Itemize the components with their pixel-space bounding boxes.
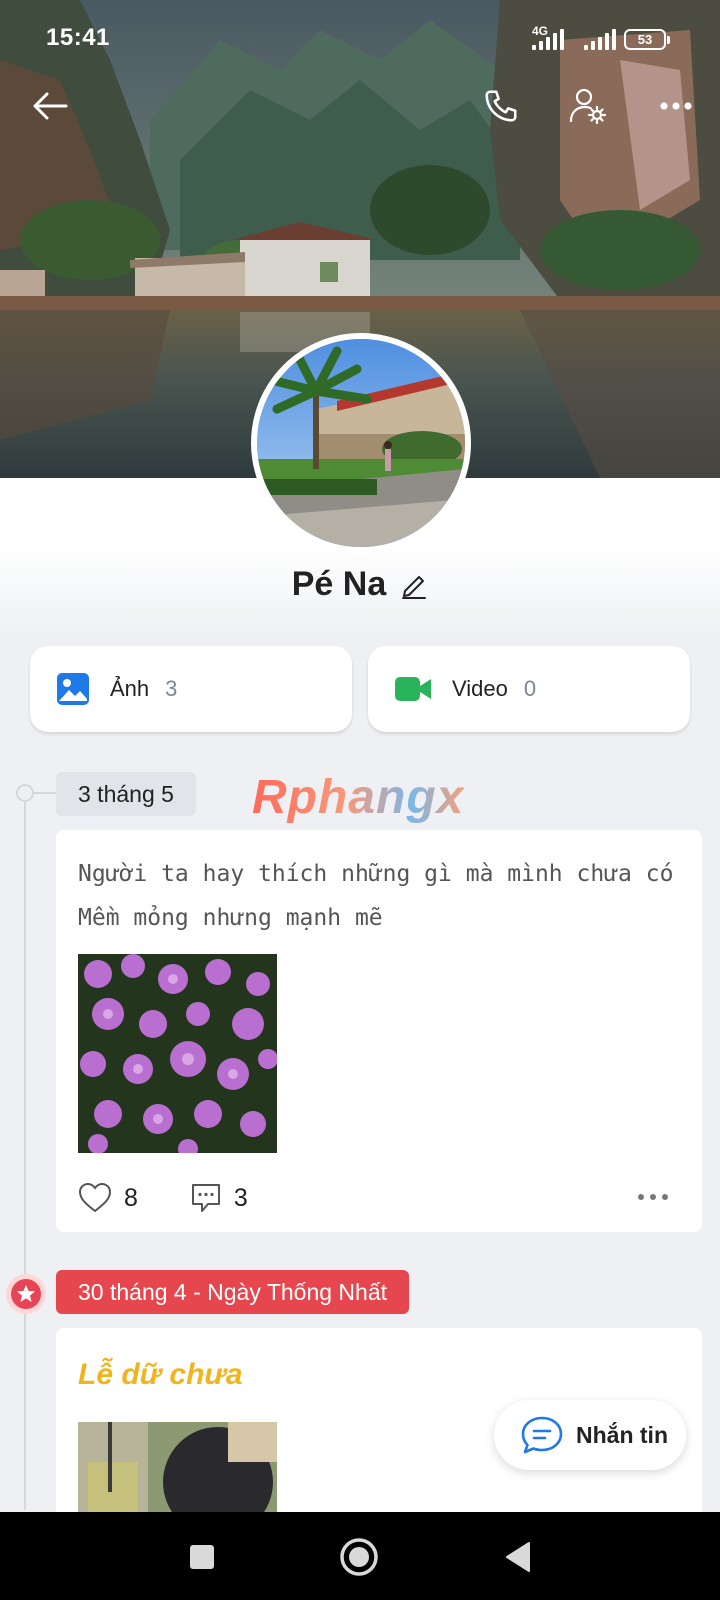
circle-home-icon [340, 1538, 378, 1576]
user-settings-icon [569, 88, 607, 125]
avatar[interactable] [251, 333, 471, 553]
phone-icon [485, 90, 517, 122]
post-photo[interactable] [78, 1422, 277, 1518]
arrow-left-icon [33, 92, 68, 120]
watermark-logo: Rphangx [252, 771, 465, 824]
back-nav-button[interactable] [495, 1534, 541, 1580]
call-button[interactable] [477, 82, 525, 130]
profile-settings-button[interactable] [564, 82, 612, 130]
post-text: Người ta hay thích những gì mà mình chưa… [56, 830, 702, 940]
message-button[interactable]: Nhắn tin [494, 1400, 686, 1470]
chat-bubble-icon [521, 1416, 563, 1454]
image-icon [57, 673, 89, 705]
post-line: Người ta hay thích những gì mà mình chưa… [78, 861, 674, 887]
comment-count: 3 [233, 1183, 248, 1212]
profile-name-row: Pé Na [0, 565, 720, 604]
signal-icon [584, 28, 616, 50]
timeline-line [24, 790, 26, 1510]
profile-name: Pé Na [291, 565, 387, 603]
photos-count: 3 [165, 676, 178, 701]
post-line: Mềm mỏng nhưng mạnh mẽ [78, 905, 383, 931]
video-camera-icon [395, 677, 431, 701]
videos-label: Video [452, 676, 508, 701]
holiday-date-chip: 30 tháng 4 - Ngày Thống Nhất [56, 1270, 410, 1314]
message-button-label: Nhắn tin [576, 1421, 668, 1448]
post-more-icon[interactable] [638, 1194, 668, 1200]
post-photo[interactable] [78, 954, 277, 1153]
heart-icon[interactable] [78, 1182, 112, 1214]
triangle-back-icon [506, 1542, 530, 1572]
status-bar: 15:41 4G 53 [0, 0, 720, 62]
timeline-dot [16, 784, 34, 802]
holiday-marker [6, 1274, 46, 1314]
home-button[interactable] [336, 1534, 382, 1580]
star-icon [17, 1285, 35, 1302]
more-horizontal-icon [660, 102, 692, 110]
square-icon [190, 1545, 214, 1569]
videos-card[interactable]: Video 0 [368, 646, 690, 732]
post-actions: 8 3 [78, 1182, 248, 1214]
system-nav-bar [0, 1512, 720, 1600]
pencil-icon[interactable] [400, 571, 428, 599]
videos-count: 0 [523, 676, 537, 701]
date-chip: 3 tháng 5 [56, 772, 196, 816]
battery-icon: 53 [624, 29, 670, 50]
post-card[interactable]: Người ta hay thích những gì mà mình chưa… [56, 830, 702, 1232]
more-button[interactable] [652, 82, 700, 130]
post-title: Lễ dữ chưa [78, 1358, 243, 1391]
photos-label: Ảnh [110, 676, 150, 701]
like-count: 8 [124, 1183, 138, 1212]
timeline-connector [34, 792, 56, 794]
back-button[interactable] [26, 82, 74, 130]
comment-icon[interactable] [190, 1182, 222, 1214]
photos-card[interactable]: Ảnh 3 [30, 646, 352, 732]
signal-icon [532, 28, 564, 50]
recent-apps-button[interactable] [179, 1534, 225, 1580]
status-time: 15:41 [46, 24, 110, 51]
